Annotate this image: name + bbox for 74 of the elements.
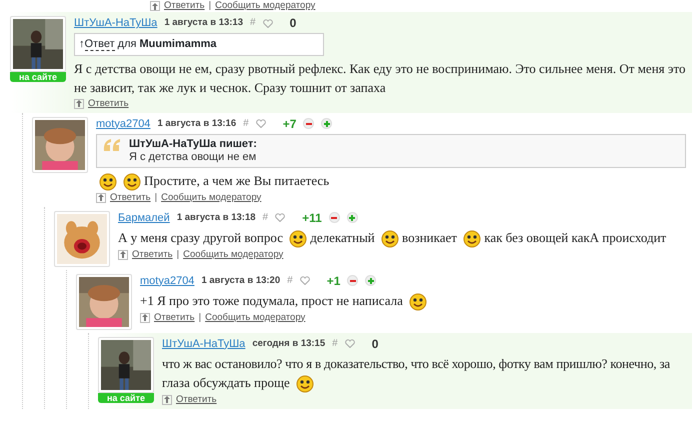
reply-to-text: ↑Ответ для Muumimamma (79, 38, 217, 51)
reply-link[interactable]: Ответить (88, 98, 129, 110)
reply-link[interactable]: Ответить (176, 394, 217, 406)
heart-icon[interactable] (262, 18, 273, 28)
comment-text: глаза обсуждать проще (162, 374, 290, 390)
comment-text: +1 Я про это тоже подумала, прост не написала (140, 292, 403, 308)
report-link[interactable]: Сообщить модератору (215, 0, 316, 12)
report-link[interactable]: Сообщить модератору (205, 312, 306, 324)
up-arrow-icon[interactable] (162, 394, 172, 405)
comment-text: А у меня сразу другой вопрос (118, 230, 283, 245)
heart-icon[interactable] (344, 339, 355, 348)
minus-vote-button[interactable] (347, 275, 358, 286)
comment-text: как без овощей какА происходит (484, 230, 666, 245)
comment-text: Простите, а чем же Вы питаетесь (144, 172, 330, 188)
minus-vote-button[interactable] (328, 212, 340, 224)
report-link[interactable]: Сообщить модератору (183, 248, 284, 261)
comment-score: +1 (326, 274, 340, 288)
separator: | (198, 312, 202, 324)
comment-text: что ж вас остановило? что я в доказательство, что всё хорошо, фотку вам пришлю? конечно, за (162, 354, 670, 373)
plus-icon[interactable] (349, 214, 356, 221)
comment-date: 1 августа в 13:13 (164, 16, 243, 30)
comment-text: возникает (402, 230, 457, 245)
reply-link[interactable]: Ответить (132, 248, 173, 261)
up-arrow-icon[interactable] (140, 312, 150, 323)
up-arrow-icon[interactable] (74, 98, 84, 108)
reply-link[interactable]: Ответить (110, 192, 151, 204)
minus-icon[interactable] (331, 216, 338, 219)
reply-link[interactable]: Ответить (164, 0, 205, 12)
plus-icon[interactable] (368, 278, 374, 284)
smiley-icon (463, 230, 482, 248)
smiley-icon (99, 172, 117, 191)
quote-author: ШтУшА-НаТуШа пишет: (129, 138, 257, 150)
comment-date: 1 августа в 13:20 (201, 274, 280, 288)
comment-date: 1 августа в 13:18 (176, 210, 256, 225)
heart-icon[interactable] (275, 213, 286, 222)
report-link[interactable]: Сообщить модератору (161, 192, 262, 204)
reply-link[interactable]: Ответить (154, 312, 195, 324)
comment-text: Я с детства овощи не ем, сразу рвотный рефлекс. Как еду это не воспринимаю. Это сильнее меня. От меня это не зависит, так же лук и чеснок. Сразу тошнит от запаха (74, 60, 686, 94)
heart-icon[interactable] (300, 276, 310, 286)
comment-date: 1 августа в 13:16 (157, 116, 236, 130)
up-arrow-icon[interactable] (96, 192, 106, 203)
comment-score: +7 (282, 116, 296, 130)
comment-text: делекатный (310, 230, 375, 245)
online-badge: на сайте (98, 392, 154, 403)
plus-vote-button[interactable] (365, 275, 376, 286)
comment-score: 0 (290, 16, 296, 30)
heart-icon[interactable] (256, 119, 266, 128)
up-arrow-icon[interactable] (150, 1, 160, 11)
smiley-icon (381, 230, 400, 248)
author-link[interactable]: ШтУшА-НаТуШа (162, 336, 246, 351)
separator: | (208, 0, 212, 12)
quote-text: Я с детства овощи не ем (129, 150, 257, 164)
up-arrow-icon[interactable] (118, 250, 128, 260)
author-link[interactable]: motya2704 (96, 116, 150, 130)
smiley-icon (296, 374, 314, 393)
separator: | (154, 192, 158, 204)
comment-date: сегодня в 13:15 (252, 336, 326, 351)
author-link[interactable]: Бармалей (118, 210, 170, 225)
smiley-icon (289, 230, 308, 248)
plus-vote-button[interactable] (346, 212, 358, 224)
separator: | (176, 248, 180, 261)
smiley-icon (409, 292, 428, 311)
minus-icon[interactable] (306, 122, 312, 124)
smiley-icon (123, 172, 141, 191)
plus-icon[interactable] (324, 120, 330, 126)
minus-icon[interactable] (350, 280, 356, 282)
comment-score: 0 (372, 336, 378, 351)
comment-score: +11 (302, 210, 322, 225)
plus-vote-button[interactable] (321, 118, 332, 129)
author-link[interactable]: ШтУшА-НаТуШа (74, 16, 158, 30)
author-link[interactable]: motya2704 (140, 274, 194, 288)
minus-vote-button[interactable] (303, 118, 314, 129)
quote-icon (103, 138, 121, 152)
online-badge: на сайте (10, 72, 66, 82)
